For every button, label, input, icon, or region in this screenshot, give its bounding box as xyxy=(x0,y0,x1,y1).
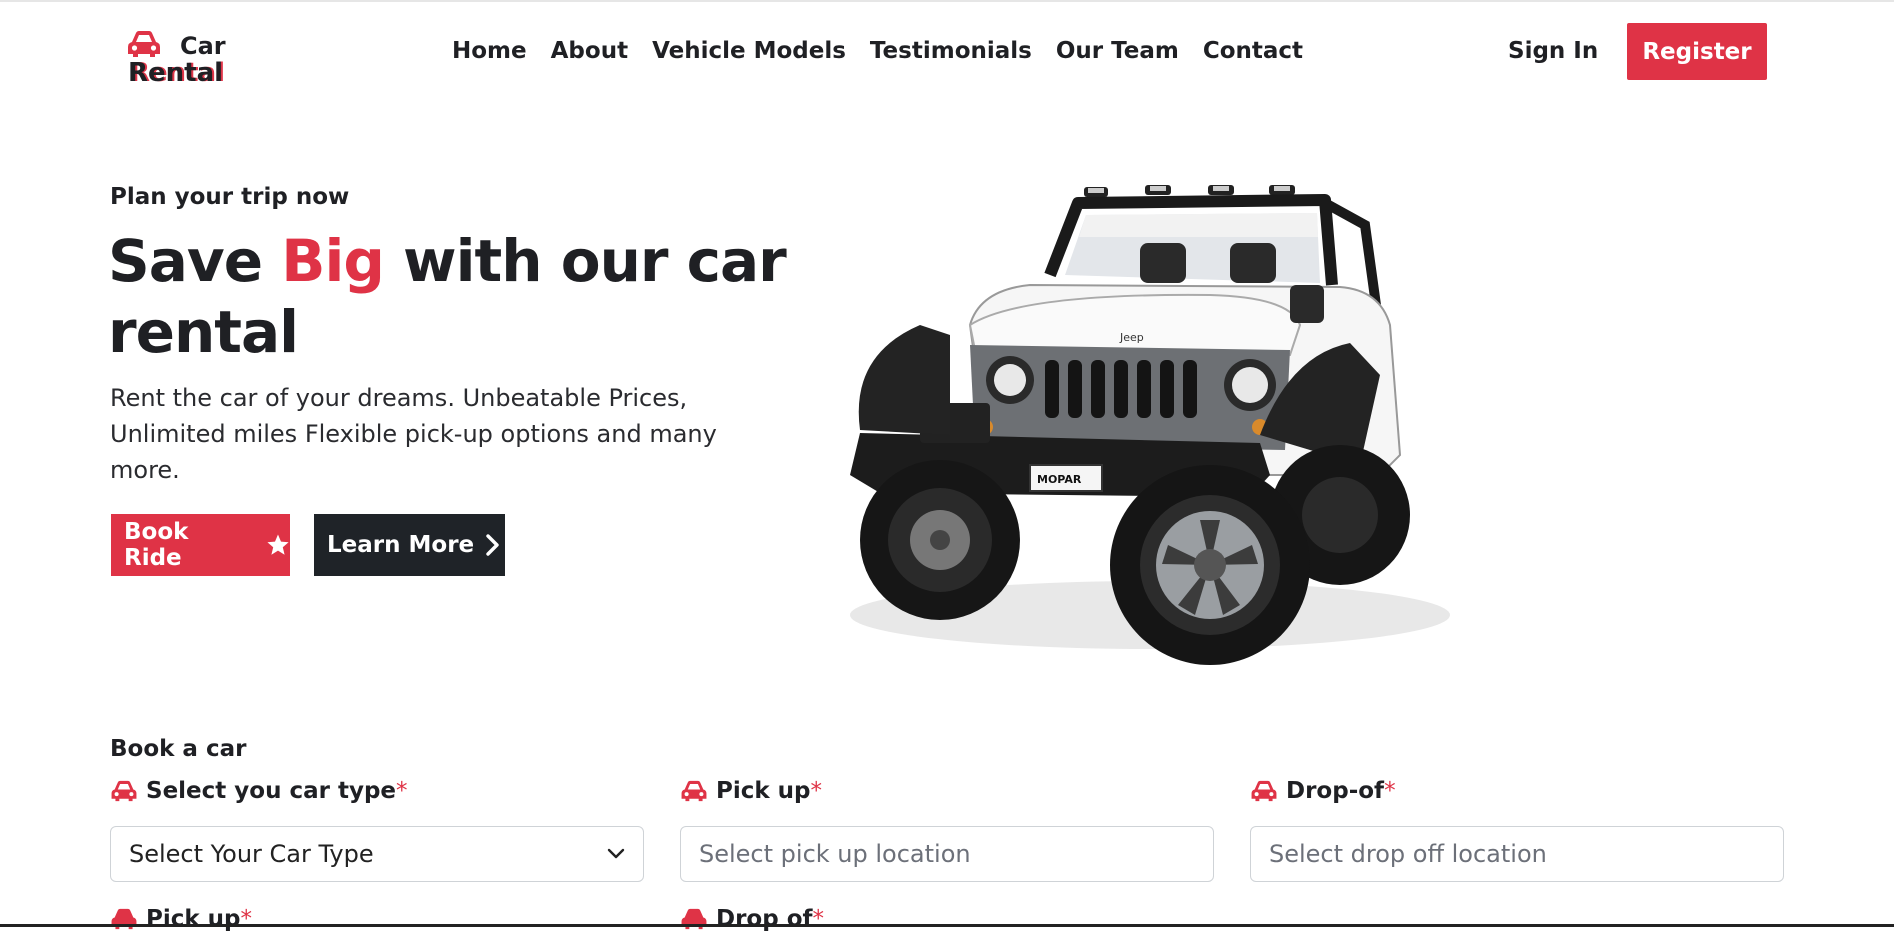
car-icon xyxy=(1251,780,1277,802)
pickup-label: Pick up* xyxy=(680,778,822,804)
brand-logo[interactable]: Car Rental xyxy=(126,28,236,90)
required-mark: * xyxy=(812,906,825,932)
car-icon xyxy=(111,780,137,802)
nav-contact[interactable]: Contact xyxy=(1203,36,1303,66)
sign-in-link[interactable]: Sign In xyxy=(1508,36,1598,66)
required-mark: * xyxy=(810,778,823,804)
car-type-select-value: Select Your Car Type xyxy=(129,840,374,868)
car-type-label-text: Select you car type xyxy=(146,778,397,804)
grille-badge: Jeep xyxy=(1119,331,1144,344)
chevron-down-icon xyxy=(607,848,625,859)
logo-text-rental: Rental xyxy=(128,58,224,88)
bumper-plate: MOPAR xyxy=(1037,473,1082,486)
book-ride-button[interactable]: Book Ride xyxy=(111,514,290,576)
pickup-date-label: Pick up* xyxy=(110,906,252,932)
book-ride-label: Book Ride xyxy=(124,519,189,571)
dropoff-label-text: Drop-of xyxy=(1286,778,1385,804)
chevron-right-icon xyxy=(486,534,499,556)
top-border xyxy=(0,0,1894,2)
hero-headline: Save Big with our car rental xyxy=(108,226,788,368)
learn-more-button[interactable]: Learn More xyxy=(314,514,505,576)
car-type-label: Select you car type* xyxy=(110,778,408,804)
dropoff-location-field[interactable] xyxy=(1250,826,1784,882)
hero-jeep-image: Jeep MOPAR xyxy=(850,185,1450,665)
register-button[interactable]: Register xyxy=(1627,23,1767,80)
car-icon xyxy=(128,31,160,57)
nav-about[interactable]: About xyxy=(551,36,628,66)
book-a-car-heading: Book a car xyxy=(110,736,247,762)
nav-testimonials[interactable]: Testimonials xyxy=(870,36,1032,66)
required-mark: * xyxy=(396,778,408,804)
pickup-label-text: Pick up xyxy=(716,778,811,804)
nav-our-team[interactable]: Our Team xyxy=(1056,36,1179,66)
dropoff-date-label: Drop of* xyxy=(680,906,824,932)
car-type-select[interactable]: Select Your Car Type xyxy=(110,826,644,882)
required-mark: * xyxy=(240,906,253,932)
pickup-location-field[interactable] xyxy=(680,826,1214,882)
main-nav: Home About Vehicle Models Testimonials O… xyxy=(452,36,1327,66)
nav-home[interactable]: Home xyxy=(452,36,527,66)
dropoff-date-label-text: Drop of xyxy=(716,906,813,932)
headline-pre: Save xyxy=(108,227,282,295)
hero-eyebrow: Plan your trip now xyxy=(110,184,350,210)
pickup-location-input[interactable] xyxy=(699,840,1213,868)
car-icon xyxy=(681,780,707,802)
pickup-date-label-text: Pick up xyxy=(146,906,241,932)
logo-text-car: Car xyxy=(180,32,226,60)
headline-highlight: Big xyxy=(281,227,385,295)
dropoff-label: Drop-of* xyxy=(1250,778,1396,804)
required-mark: * xyxy=(1384,778,1396,804)
learn-more-label: Learn More xyxy=(327,532,475,558)
hero-description: Rent the car of your dreams. Unbeatable … xyxy=(110,384,717,484)
star-icon xyxy=(267,534,289,555)
dropoff-location-input[interactable] xyxy=(1269,840,1783,868)
nav-vehicle-models[interactable]: Vehicle Models xyxy=(652,36,846,66)
